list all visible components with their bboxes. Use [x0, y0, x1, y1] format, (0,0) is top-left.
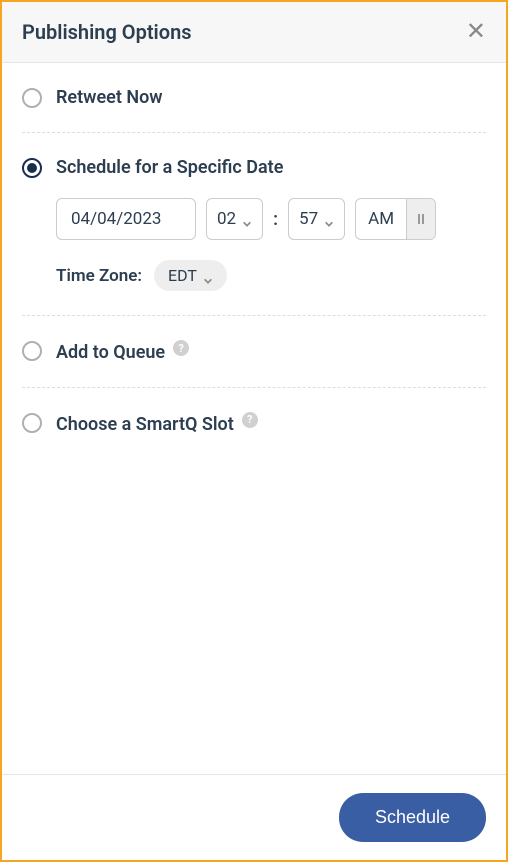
date-input[interactable]: [56, 198, 196, 240]
radio-retweet-now[interactable]: [22, 88, 42, 108]
option-retweet-now: Retweet Now: [22, 63, 486, 133]
dialog-header: Publishing Options ✕: [2, 2, 506, 63]
close-button[interactable]: ✕: [466, 20, 486, 44]
datetime-row: 02 : 57 AM: [56, 198, 486, 240]
option-header[interactable]: Schedule for a Specific Date: [22, 157, 486, 178]
option-label: Retweet Now: [56, 87, 163, 108]
option-schedule-specific: Schedule for a Specific Date 02 : 57: [22, 133, 486, 316]
options-list: Retweet Now Schedule for a Specific Date…: [2, 63, 506, 774]
schedule-body: 02 : 57 AM: [56, 198, 486, 291]
ampm-box: AM: [355, 198, 436, 240]
option-label: Add to Queue: [56, 342, 165, 363]
help-icon[interactable]: ?: [173, 340, 189, 356]
close-icon: ✕: [466, 18, 486, 45]
radio-smartq[interactable]: [22, 413, 42, 433]
time-separator: :: [273, 209, 278, 230]
option-header[interactable]: Add to Queue ?: [22, 340, 486, 363]
hour-select[interactable]: 02: [206, 198, 263, 240]
hour-value: 02: [217, 209, 236, 229]
ampm-toggle[interactable]: [406, 199, 435, 239]
chevron-down-icon: [203, 271, 213, 281]
radio-schedule-specific[interactable]: [22, 158, 42, 178]
option-label: Choose a SmartQ Slot: [56, 414, 234, 435]
timezone-select[interactable]: EDT: [154, 260, 227, 291]
timezone-label: Time Zone:: [56, 266, 142, 286]
schedule-button[interactable]: Schedule: [339, 793, 486, 842]
option-smartq: Choose a SmartQ Slot ?: [22, 388, 486, 459]
option-add-to-queue: Add to Queue ?: [22, 316, 486, 388]
option-header[interactable]: Choose a SmartQ Slot ?: [22, 412, 486, 435]
minute-value: 57: [299, 209, 318, 229]
dialog-title: Publishing Options: [22, 20, 192, 44]
help-icon[interactable]: ?: [242, 412, 258, 428]
minute-select[interactable]: 57: [288, 198, 345, 240]
option-label: Schedule for a Specific Date: [56, 157, 283, 178]
chevron-down-icon: [242, 214, 252, 224]
radio-add-to-queue[interactable]: [22, 341, 42, 361]
timezone-row: Time Zone: EDT: [56, 260, 486, 291]
ampm-value: AM: [356, 199, 406, 239]
option-header[interactable]: Retweet Now: [22, 87, 486, 108]
pause-icon: [415, 212, 427, 226]
timezone-value: EDT: [168, 266, 197, 285]
dialog-footer: Schedule: [2, 774, 506, 860]
chevron-down-icon: [324, 214, 334, 224]
